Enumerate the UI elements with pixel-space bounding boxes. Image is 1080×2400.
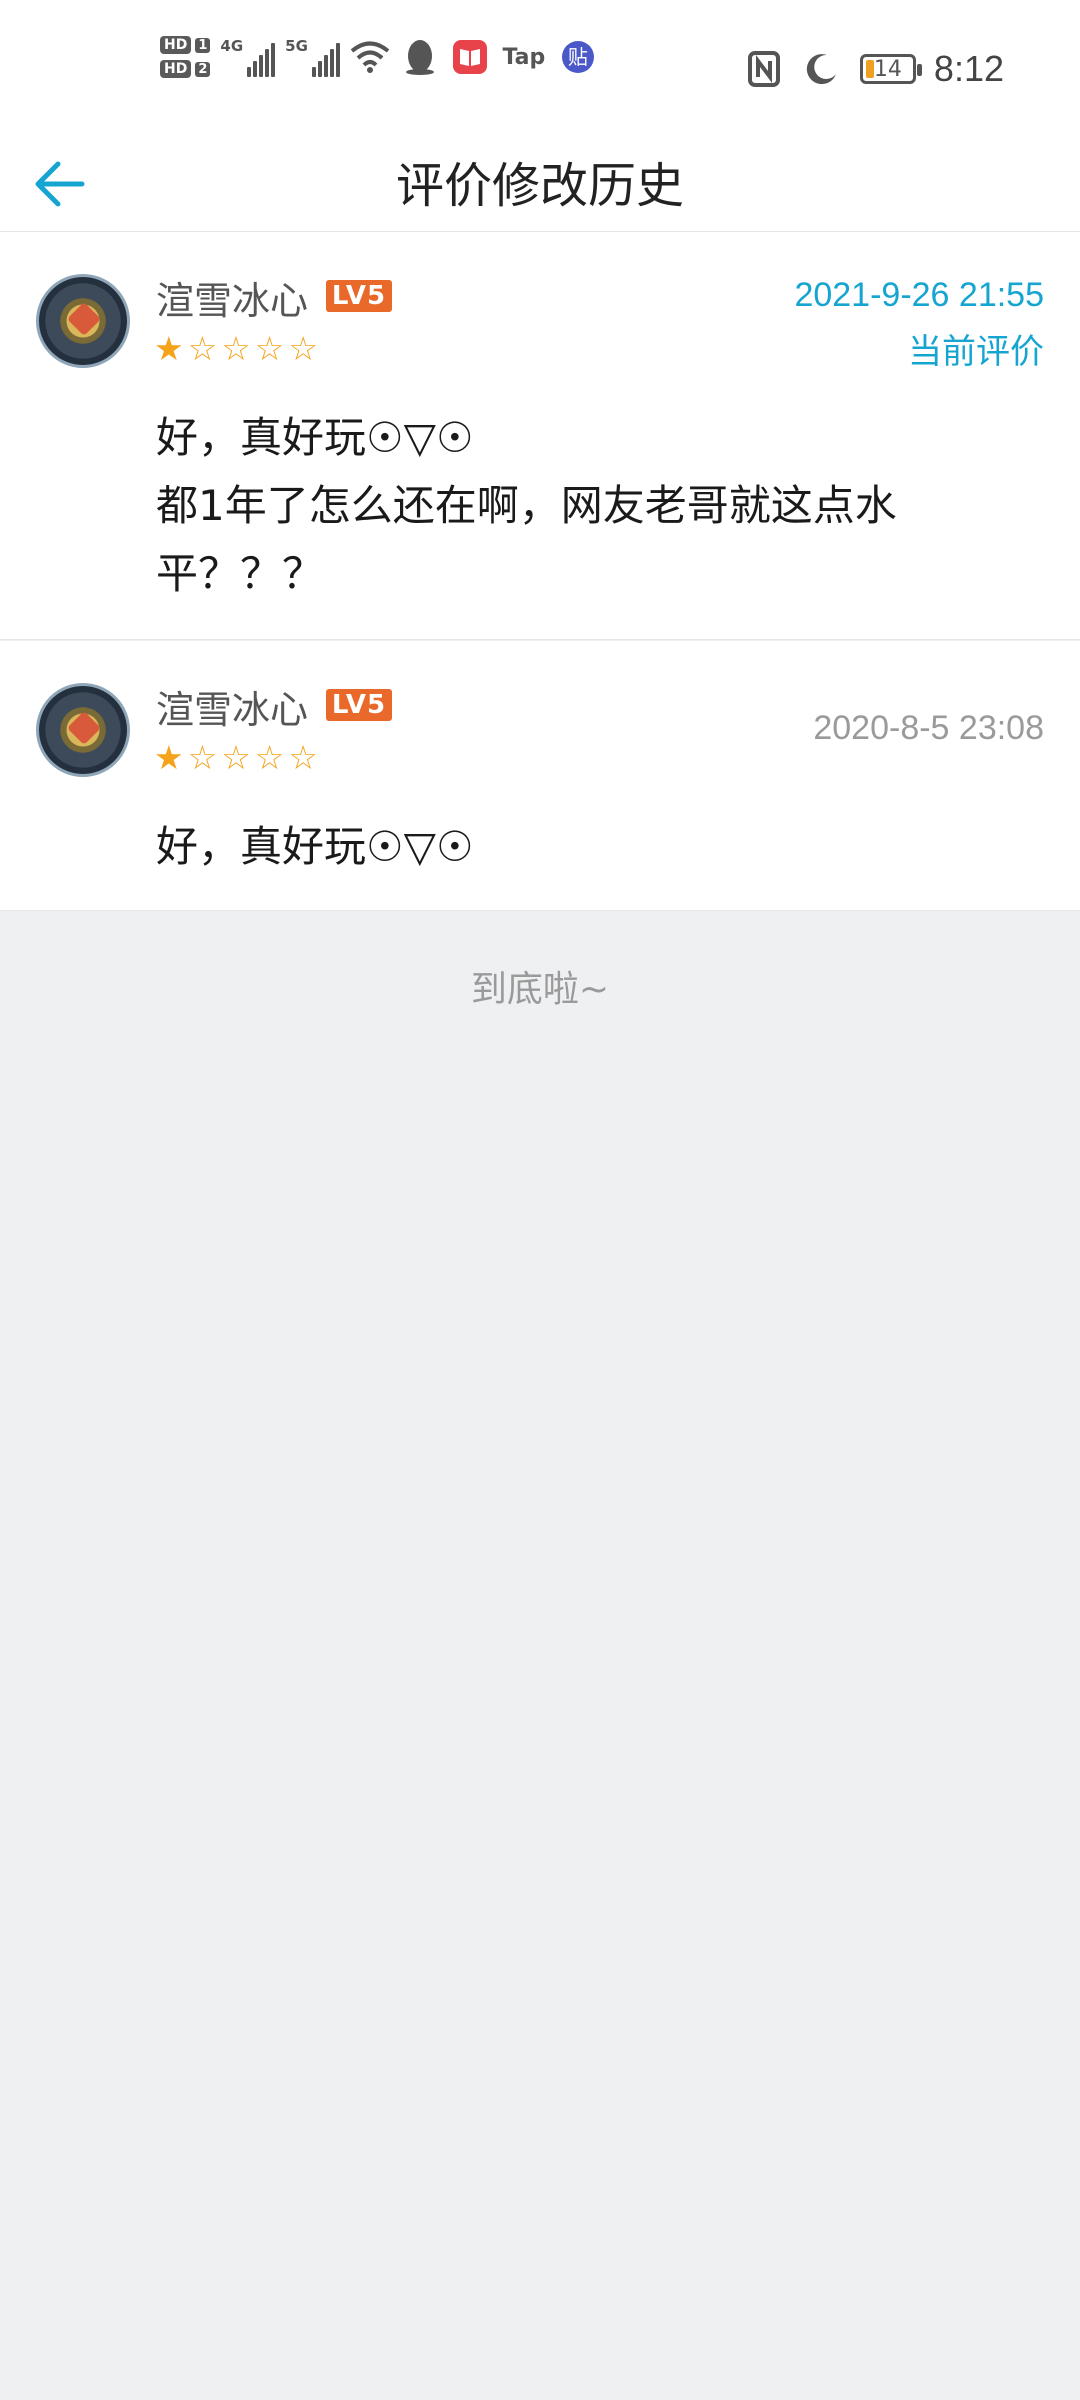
tieba-app-icon: 贴 bbox=[558, 37, 598, 77]
tap-app-icon: Tap bbox=[500, 37, 548, 77]
star-empty-icon: ☆ bbox=[221, 329, 251, 368]
page-title: 评价修改历史 bbox=[395, 158, 684, 214]
star-empty-icon: ☆ bbox=[288, 738, 318, 777]
avatar[interactable] bbox=[36, 274, 130, 368]
net1-type: 4G bbox=[220, 37, 244, 55]
tap-label: Tap bbox=[502, 44, 546, 70]
review-item: 渲雪冰心 LV5 ★ ☆ ☆ ☆ ☆ 2021-9-26 21:55 当前评价 … bbox=[0, 232, 1080, 640]
level-badge: LV5 bbox=[326, 280, 392, 312]
signal-5g-icon: 5G bbox=[285, 37, 340, 77]
review-line: 都1年了怎么还在啊，网友老哥就这点水 bbox=[156, 481, 897, 530]
moon-icon bbox=[802, 49, 842, 89]
review-line: 平？？？ bbox=[156, 549, 325, 598]
review-line: 好，真好玩☉▽☉ bbox=[156, 413, 474, 462]
star-rating: ★ ☆ ☆ ☆ ☆ bbox=[154, 741, 318, 775]
qq-penguin-icon bbox=[400, 37, 440, 77]
battery-icon: 14 bbox=[859, 54, 922, 84]
star-empty-icon: ☆ bbox=[221, 738, 251, 777]
review-date: 2021-9-26 21:55 bbox=[794, 276, 1044, 314]
signal-4g-icon: 4G bbox=[220, 37, 276, 77]
sim2-hd-label: HD bbox=[160, 60, 192, 78]
tieba-label: 贴 bbox=[561, 41, 594, 73]
review-content: 好，真好玩☉▽☉ bbox=[156, 813, 1016, 881]
status-bar-right: 14 8:12 bbox=[744, 48, 1004, 90]
nfc-icon bbox=[744, 49, 784, 89]
current-review-tag: 当前评价 bbox=[908, 332, 1044, 372]
book-app-icon bbox=[450, 37, 490, 77]
star-empty-icon: ☆ bbox=[288, 329, 318, 368]
level-badge: LV5 bbox=[326, 689, 392, 721]
battery-level: 14 bbox=[873, 56, 902, 82]
review-date: 2020-8-5 23:08 bbox=[813, 709, 1044, 747]
star-filled-icon: ★ bbox=[154, 329, 184, 368]
star-empty-icon: ☆ bbox=[187, 738, 218, 777]
sim2-number: 2 bbox=[195, 61, 211, 77]
status-bar-left: HD 1 HD 2 4G 5G Tap 贴 bbox=[160, 36, 598, 78]
wifi-icon bbox=[350, 37, 390, 77]
review-item: 渲雪冰心 LV5 ★ ☆ ☆ ☆ ☆ 2020-8-5 23:08 好，真好玩☉… bbox=[0, 641, 1080, 911]
app-header: 评价修改历史 bbox=[0, 140, 1080, 232]
star-empty-icon: ☆ bbox=[187, 329, 218, 368]
clock: 8:12 bbox=[933, 48, 1004, 89]
star-empty-icon: ☆ bbox=[254, 738, 285, 777]
end-of-list-text: 到底啦~ bbox=[470, 969, 610, 1010]
review-line: 好，真好玩☉▽☉ bbox=[156, 822, 474, 871]
sim-indicators: HD 1 HD 2 bbox=[160, 36, 211, 78]
sim1-number: 1 bbox=[195, 37, 211, 53]
username[interactable]: 渲雪冰心 bbox=[156, 270, 308, 325]
avatar[interactable] bbox=[36, 683, 130, 777]
status-bar: HD 1 HD 2 4G 5G Tap 贴 14 8:12 bbox=[0, 0, 1080, 140]
sim1-indicator: HD 1 bbox=[160, 36, 211, 54]
review-content: 好，真好玩☉▽☉ 都1年了怎么还在啊，网友老哥就这点水 平？？？ bbox=[156, 404, 1016, 608]
net2-type: 5G bbox=[285, 37, 308, 55]
sim2-indicator: HD 2 bbox=[160, 60, 211, 78]
sim1-hd-label: HD bbox=[160, 36, 192, 54]
star-filled-icon: ★ bbox=[154, 738, 184, 777]
username[interactable]: 渲雪冰心 bbox=[156, 679, 308, 734]
star-rating: ★ ☆ ☆ ☆ ☆ bbox=[154, 332, 318, 366]
star-empty-icon: ☆ bbox=[254, 329, 285, 368]
